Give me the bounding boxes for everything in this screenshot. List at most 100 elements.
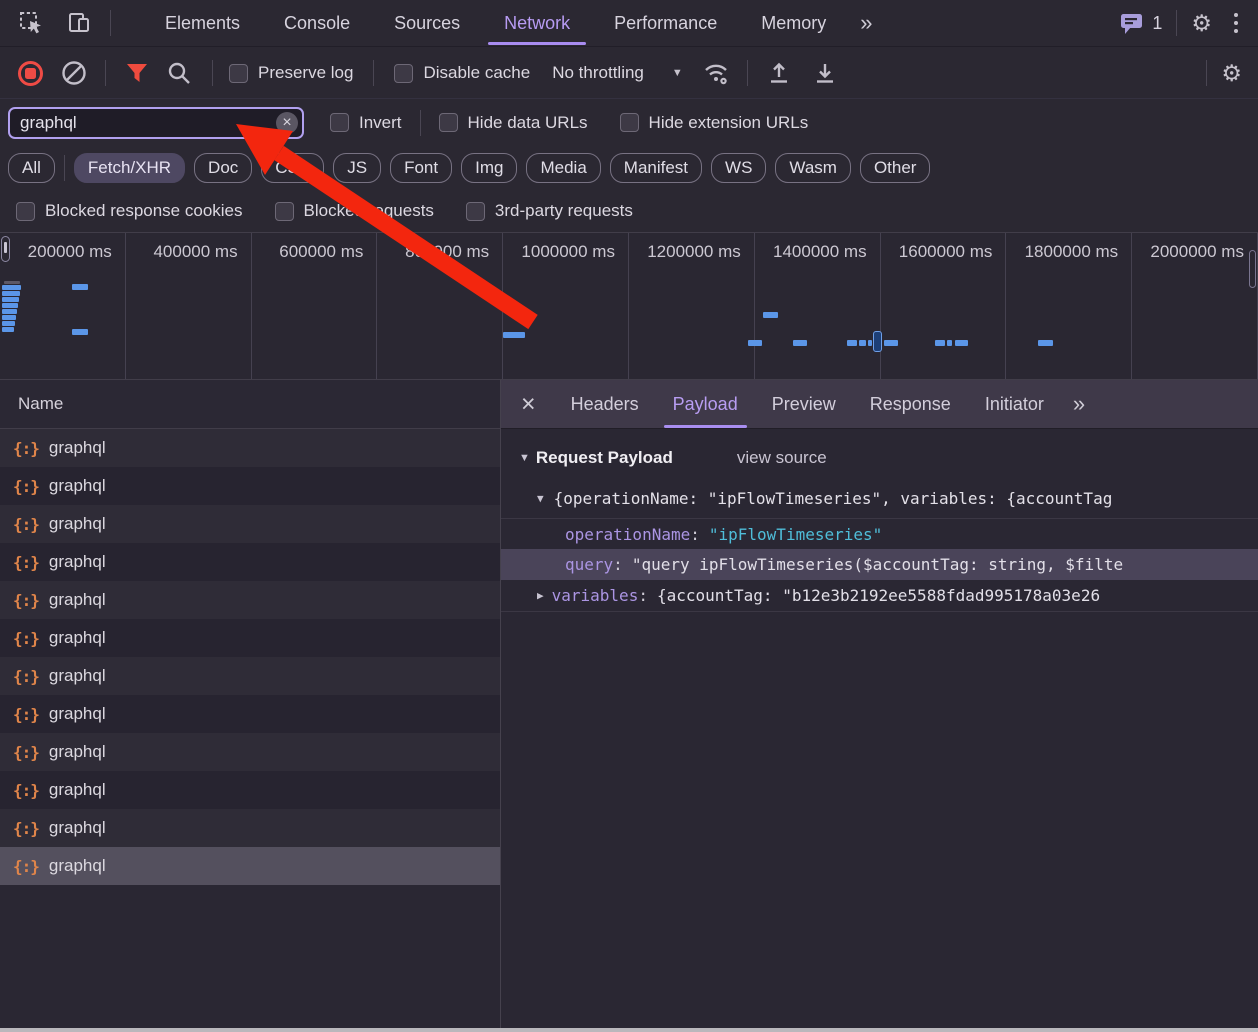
filter-chip-wasm[interactable]: Wasm: [775, 152, 851, 183]
table-row[interactable]: {:} graphql: [0, 657, 500, 695]
filter-chip-fetch-xhr[interactable]: Fetch/XHR: [73, 152, 186, 183]
toolbar-separator: [373, 60, 375, 86]
table-row[interactable]: {:} graphql: [0, 543, 500, 581]
request-name: graphql: [48, 438, 106, 457]
timeline-tick-label: 200000 ms: [27, 242, 112, 261]
clear-network-log-icon[interactable]: [57, 56, 91, 90]
table-row[interactable]: {:} graphql: [0, 847, 500, 885]
json-request-icon: {:}: [13, 628, 40, 648]
json-request-icon: {:}: [13, 742, 40, 762]
search-icon[interactable]: [162, 56, 196, 90]
device-toolbar-icon[interactable]: [62, 6, 96, 40]
table-row[interactable]: {:} graphql: [0, 619, 500, 657]
detail-tab-response[interactable]: Response: [853, 380, 968, 428]
table-row[interactable]: {:} graphql: [0, 771, 500, 809]
table-row[interactable]: {:} graphql: [0, 809, 500, 847]
panel-tabs: Elements Console Sources Network Performance…: [143, 0, 848, 46]
detail-tab-payload[interactable]: Payload: [656, 380, 755, 428]
filter-input[interactable]: [8, 106, 304, 139]
payload-row-query[interactable]: query: "query ipFlowTimeseries($accountTa…: [501, 549, 1258, 580]
detail-tab-initiator[interactable]: Initiator: [968, 380, 1061, 428]
blocked-response-cookies-label: Blocked response cookies: [45, 201, 243, 220]
filter-chip-img[interactable]: Img: [461, 152, 518, 183]
clear-filter-icon[interactable]: ×: [276, 111, 298, 134]
detail-more-tabs-icon[interactable]: »: [1061, 391, 1095, 417]
disable-cache-checkbox[interactable]: [394, 63, 414, 83]
timeline-tick: 1000000 ms: [503, 233, 629, 379]
network-overview-timeline[interactable]: 200000 ms 400000 ms 600000 ms 800000 ms 1000…: [0, 232, 1258, 380]
filter-chip-js[interactable]: JS: [333, 152, 382, 183]
record-network-log-button[interactable]: [18, 60, 43, 86]
filter-chip-other[interactable]: Other: [859, 152, 931, 183]
json-request-icon: {:}: [13, 476, 40, 496]
request-name: graphql: [48, 666, 106, 685]
timeline-tick-label: 1000000 ms: [521, 242, 615, 261]
tab-elements[interactable]: Elements: [143, 0, 262, 46]
tab-performance[interactable]: Performance: [592, 0, 739, 46]
filter-funnel-icon[interactable]: [120, 56, 154, 90]
detail-tab-preview[interactable]: Preview: [755, 380, 853, 428]
close-detail-icon[interactable]: ×: [501, 391, 554, 417]
kebab-menu-icon[interactable]: [1226, 9, 1246, 37]
expand-arrow-icon[interactable]: ▶: [537, 589, 544, 602]
table-row[interactable]: {:} graphql: [0, 429, 500, 467]
tab-sources[interactable]: Sources: [372, 0, 482, 46]
table-row[interactable]: {:} graphql: [0, 505, 500, 543]
filter-chip-css[interactable]: CSS: [261, 152, 325, 183]
toolbar-separator: [1176, 10, 1178, 36]
tab-network[interactable]: Network: [482, 0, 592, 46]
settings-gear-icon[interactable]: ⚙: [1191, 11, 1212, 35]
network-conditions-icon[interactable]: [699, 56, 733, 90]
detail-tabs: Headers Payload Preview Response Initiator: [554, 380, 1061, 428]
invert-checkbox[interactable]: [330, 113, 349, 132]
hide-extension-urls-checkbox[interactable]: [619, 113, 639, 132]
blocked-requests-checkbox[interactable]: [274, 201, 294, 221]
timeline-tick: 800000 ms: [377, 233, 504, 379]
filter-chip-ws[interactable]: WS: [711, 152, 767, 183]
throttling-select[interactable]: No throttling ▼: [552, 63, 683, 83]
requests-pane: Name {:} graphql {:} graphql {:} graphql {:} gr…: [0, 380, 500, 1028]
tab-console[interactable]: Console: [262, 0, 372, 46]
timeline-tick: 1200000 ms: [629, 233, 755, 379]
timeline-tick: 1400000 ms: [755, 233, 881, 379]
inspect-element-icon[interactable]: [14, 6, 48, 40]
table-row[interactable]: {:} graphql: [0, 467, 500, 505]
more-tabs-icon[interactable]: »: [848, 10, 882, 36]
filter-chip-manifest[interactable]: Manifest: [609, 152, 703, 183]
request-name: graphql: [48, 476, 106, 495]
filter-chip-media[interactable]: Media: [526, 152, 601, 183]
more-filters-row: Blocked response cookies Blocked request…: [0, 190, 1258, 232]
name-column-header[interactable]: Name: [0, 380, 500, 429]
hide-data-urls-checkbox[interactable]: [438, 113, 458, 132]
timeline-scroll-thumb-left[interactable]: [1, 236, 10, 262]
preserve-log-checkbox[interactable]: [229, 63, 248, 83]
third-party-requests-checkbox[interactable]: [465, 201, 485, 221]
table-row[interactable]: {:} graphql: [0, 695, 500, 733]
payload-row-operationname[interactable]: operationName: "ipFlowTimeseries": [501, 518, 1258, 549]
timeline-tick-label: 1600000 ms: [898, 242, 993, 261]
table-row[interactable]: {:} graphql: [0, 581, 500, 619]
request-name: graphql: [48, 818, 106, 837]
filter-chip-all[interactable]: All: [8, 152, 55, 183]
section-expand-icon[interactable]: ▼: [519, 452, 530, 464]
chevron-down-icon: ▼: [671, 67, 683, 79]
tab-memory[interactable]: Memory: [739, 0, 848, 46]
filter-chip-doc[interactable]: Doc: [194, 152, 253, 183]
table-row[interactable]: {:} graphql: [0, 733, 500, 771]
payload-key: query: [565, 555, 614, 574]
network-settings-gear-icon[interactable]: ⚙: [1221, 61, 1242, 85]
payload-row-variables[interactable]: ▶ variables: {accountTag: "b12e3b2192ee558…: [501, 580, 1258, 611]
import-har-icon[interactable]: [762, 56, 796, 90]
object-expand-icon[interactable]: ▼: [537, 492, 544, 505]
payload-panel: ▼ Request Payload view source ▼ {operati…: [501, 441, 1258, 612]
toolbar-separator: [212, 60, 213, 86]
blocked-response-cookies-checkbox[interactable]: [16, 201, 35, 221]
payload-colon: :: [613, 555, 623, 574]
third-party-requests-label: 3rd-party requests: [494, 201, 633, 220]
console-messages-icon[interactable]: [1119, 11, 1144, 36]
export-har-icon[interactable]: [808, 56, 842, 90]
view-source-link[interactable]: view source: [737, 448, 827, 468]
timeline-scroll-thumb-right[interactable]: [1249, 250, 1256, 288]
detail-tab-headers[interactable]: Headers: [554, 380, 656, 428]
filter-chip-font[interactable]: Font: [390, 152, 453, 183]
